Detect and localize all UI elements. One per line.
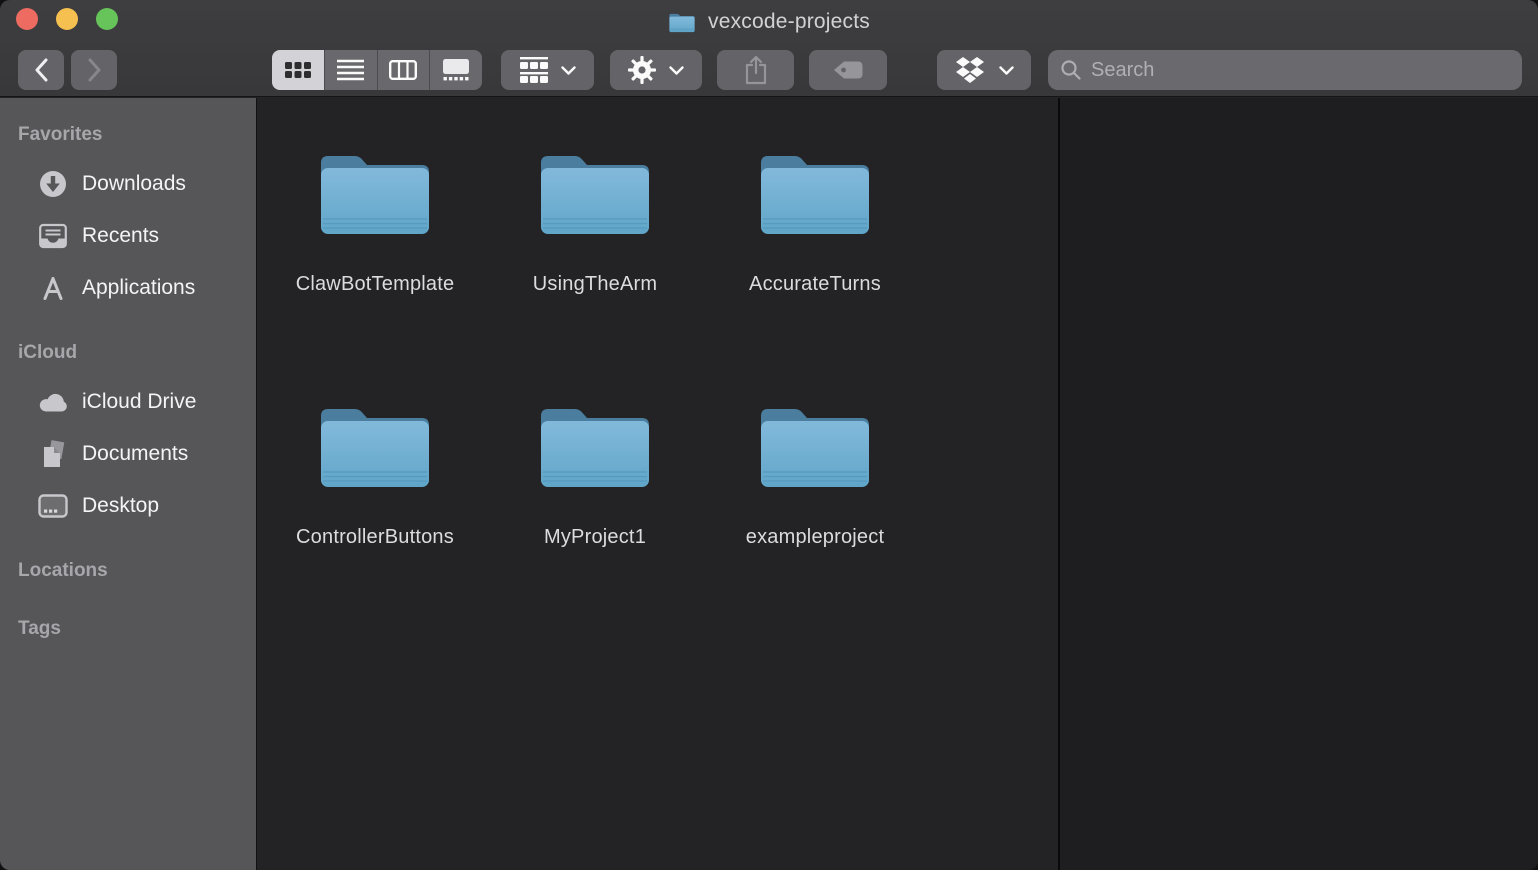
sidebar-item-applications[interactable]: Applications [0, 262, 256, 314]
window-header: vexcode-projects [0, 0, 1538, 97]
forward-button[interactable] [71, 50, 117, 90]
group-button[interactable] [501, 50, 594, 90]
sidebar-item-downloads[interactable]: Downloads [0, 158, 256, 210]
sidebar: Favorites Downloads [0, 98, 256, 870]
chevron-down-icon [561, 66, 576, 75]
grid-view-icon [285, 62, 311, 78]
share-button[interactable] [717, 50, 794, 90]
chevron-down-icon [669, 66, 684, 75]
folder-icon [535, 399, 655, 493]
sidebar-item-documents[interactable]: Documents [0, 428, 256, 480]
sidebar-item-label: iCloud Drive [82, 390, 196, 414]
folder-label: MyProject1 [544, 526, 646, 549]
sidebar-item-label: Documents [82, 442, 188, 466]
list-view-icon [337, 59, 364, 81]
tag-button[interactable] [809, 50, 887, 90]
dropbox-button[interactable] [937, 50, 1031, 90]
finder-window: vexcode-projects [0, 0, 1538, 870]
dropbox-icon [954, 56, 986, 84]
folder-item[interactable]: MyProject1 [485, 399, 705, 549]
sidebar-item-recents[interactable]: Recents [0, 210, 256, 262]
sidebar-section-favorites: Favorites [0, 120, 256, 150]
folder-label: ClawBotTemplate [296, 273, 455, 296]
sidebar-section-locations[interactable]: Locations [0, 556, 256, 586]
folder-item[interactable]: ControllerButtons [265, 399, 485, 549]
folder-icon [535, 146, 655, 240]
sidebar-item-label: Downloads [82, 172, 186, 196]
group-by-icon [520, 57, 548, 83]
gear-icon [628, 56, 656, 84]
sidebar-item-label: Desktop [82, 494, 159, 518]
actions-button[interactable] [610, 50, 702, 90]
documents-icon [36, 439, 70, 469]
chevron-right-icon [87, 58, 102, 82]
preview-pane [1060, 98, 1538, 870]
folder-icon [755, 146, 875, 240]
sidebar-item-icloud-drive[interactable]: iCloud Drive [0, 376, 256, 428]
back-button[interactable] [18, 50, 64, 90]
sidebar-item-label: Applications [82, 276, 195, 300]
gallery-view-icon [442, 59, 470, 81]
view-mode-control [272, 50, 482, 90]
downloads-icon [36, 169, 70, 199]
folder-item[interactable]: ClawBotTemplate [265, 146, 485, 296]
column-view-segment[interactable] [377, 50, 430, 90]
folder-item[interactable]: AccurateTurns [705, 146, 925, 296]
sidebar-item-desktop[interactable]: Desktop [0, 480, 256, 532]
applications-icon [36, 274, 70, 302]
folder-label: exampleproject [746, 526, 884, 549]
chevron-down-icon [999, 66, 1014, 75]
desktop-icon [36, 494, 70, 518]
column-view-icon [389, 60, 417, 80]
search-field[interactable] [1048, 50, 1522, 90]
window-title-area: vexcode-projects [0, 7, 1538, 37]
sidebar-item-label: Recents [82, 224, 159, 248]
recents-icon [36, 222, 70, 250]
gallery-view-segment[interactable] [429, 50, 482, 90]
folder-label: UsingTheArm [533, 273, 657, 296]
sidebar-section-icloud: iCloud [0, 338, 256, 368]
list-view-segment[interactable] [324, 50, 377, 90]
search-input[interactable] [1091, 59, 1510, 82]
grid-view-segment[interactable] [272, 50, 324, 90]
file-browser: ClawBotTemplate UsingTheArm AccurateTurn… [257, 98, 1058, 870]
sidebar-section-tags[interactable]: Tags [0, 614, 256, 644]
folder-label: ControllerButtons [296, 526, 454, 549]
chevron-left-icon [34, 58, 49, 82]
folder-item[interactable]: exampleproject [705, 399, 925, 549]
folder-icon [315, 399, 435, 493]
folder-icon [315, 146, 435, 240]
search-icon [1060, 59, 1082, 81]
folder-label: AccurateTurns [749, 273, 881, 296]
share-icon [744, 55, 768, 85]
window-title: vexcode-projects [708, 10, 870, 34]
folder-icon [755, 399, 875, 493]
folder-item[interactable]: UsingTheArm [485, 146, 705, 296]
title-folder-icon [668, 11, 696, 34]
icloud-icon [36, 391, 70, 413]
tag-icon [832, 60, 864, 80]
